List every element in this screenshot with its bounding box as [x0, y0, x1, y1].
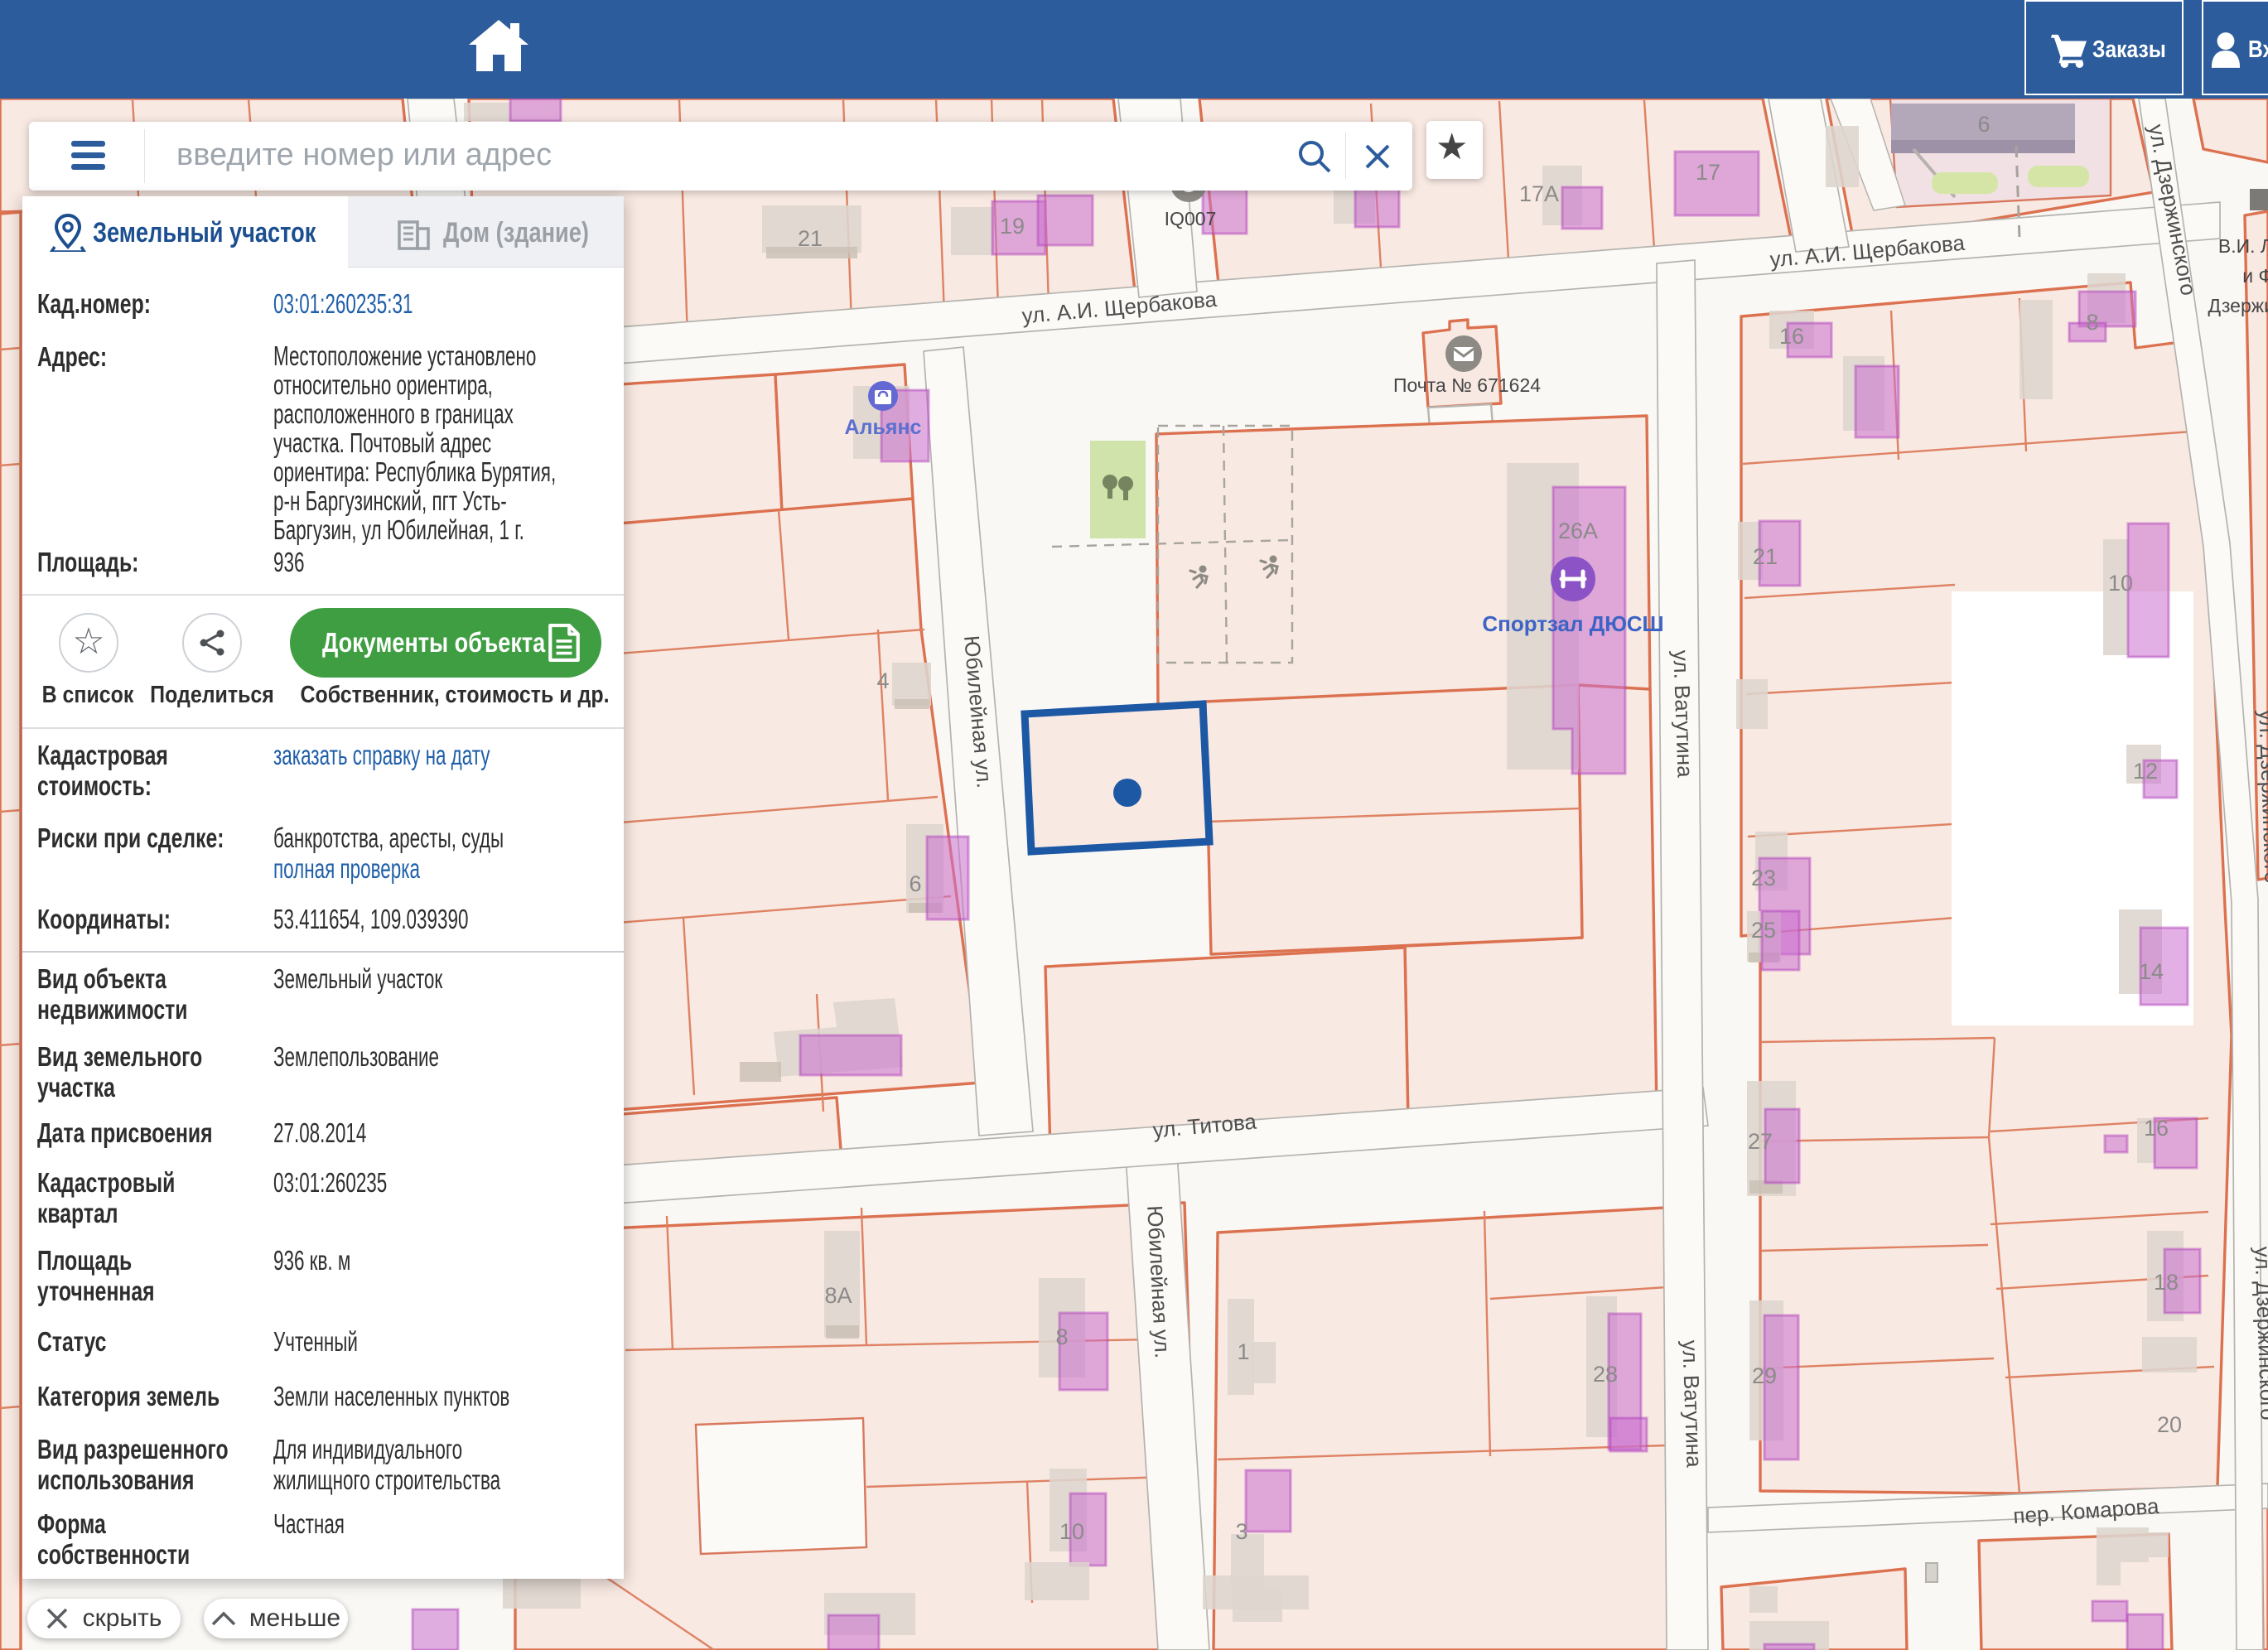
svg-text:21: 21 — [1753, 544, 1778, 569]
svg-text:29: 29 — [1752, 1363, 1777, 1388]
svg-text:12: 12 — [2133, 759, 2158, 784]
svg-text:17А: 17А — [1519, 181, 1559, 206]
svg-text:8: 8 — [1055, 1324, 1068, 1349]
svg-text:1: 1 — [1237, 1339, 1249, 1364]
svg-text:ул. Ватутина: ул. Ватутина — [1668, 649, 1697, 778]
svg-text:В.И. Л: В.И. Л — [2218, 235, 2268, 257]
svg-text:26А: 26А — [1558, 519, 1598, 543]
svg-text:10: 10 — [1059, 1519, 1084, 1544]
svg-text:16: 16 — [2144, 1116, 2169, 1141]
svg-text:8А: 8А — [824, 1283, 852, 1308]
svg-text:14: 14 — [2139, 959, 2164, 984]
svg-text:17: 17 — [1696, 160, 1720, 185]
svg-text:27: 27 — [1748, 1129, 1773, 1154]
svg-text:10: 10 — [2108, 571, 2133, 596]
svg-text:19: 19 — [1000, 214, 1025, 239]
svg-text:18: 18 — [2154, 1270, 2179, 1295]
svg-text:4: 4 — [876, 668, 889, 693]
svg-text:Спортзал ДЮСШ: Спортзал ДЮСШ — [1482, 611, 1663, 636]
svg-text:IQ007: IQ007 — [1165, 208, 1217, 229]
svg-text:16: 16 — [1779, 324, 1804, 349]
svg-text:8: 8 — [2086, 310, 2098, 335]
svg-text:Почта № 671624: Почта № 671624 — [1393, 374, 1541, 396]
svg-text:20: 20 — [2157, 1412, 2182, 1437]
svg-text:21: 21 — [798, 226, 823, 251]
svg-text:Дзержи: Дзержи — [2208, 295, 2268, 316]
svg-text:25: 25 — [1751, 918, 1776, 943]
svg-text:и Ф: и Ф — [2242, 265, 2268, 287]
svg-text:23: 23 — [1751, 866, 1776, 890]
svg-text:28: 28 — [1593, 1362, 1618, 1387]
svg-text:6: 6 — [909, 871, 921, 896]
svg-text:ул. Ватутина: ул. Ватутина — [1677, 1339, 1706, 1468]
svg-text:6: 6 — [1977, 112, 1990, 137]
svg-text:3: 3 — [1235, 1519, 1247, 1544]
svg-text:Альянс: Альянс — [845, 416, 922, 439]
